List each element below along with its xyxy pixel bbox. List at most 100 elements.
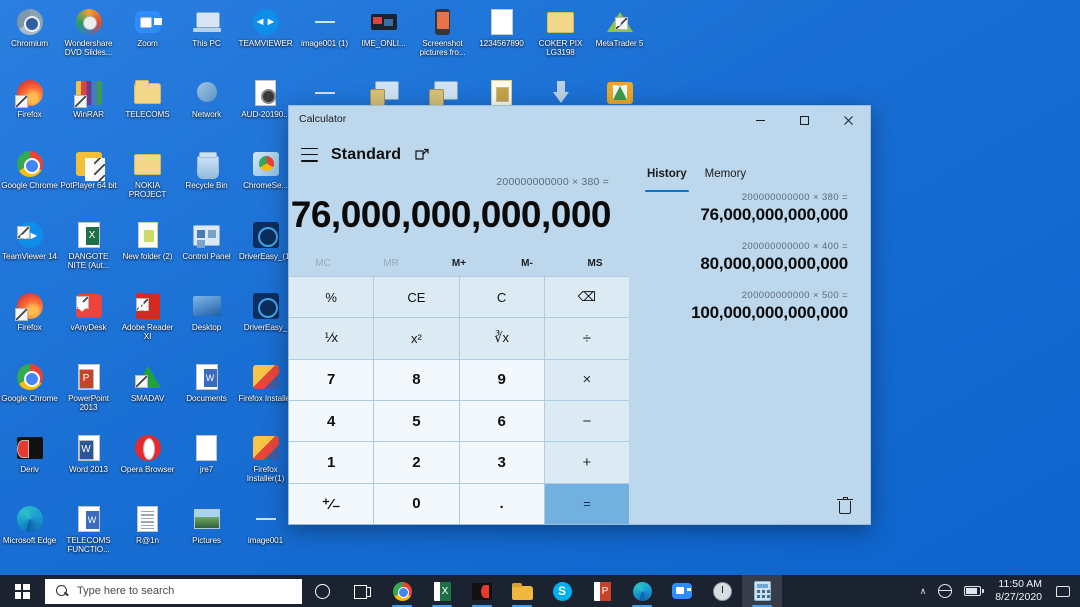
digit-0-key[interactable]: 0: [374, 483, 459, 524]
desktop-icon[interactable]: Pictures: [177, 499, 236, 570]
add-key[interactable]: +: [544, 442, 629, 483]
digit-4-key[interactable]: 4: [289, 400, 374, 442]
desktop-icon[interactable]: TeamViewer 14: [0, 215, 59, 286]
history-list[interactable]: 200000000000 × 380 = 76,000,000,000,000 20…: [629, 192, 870, 488]
multiply-key[interactable]: ×: [544, 359, 629, 400]
digit-9-key[interactable]: 9: [459, 359, 544, 400]
desktop-icon[interactable]: Deriv: [0, 428, 59, 499]
desktop-icon[interactable]: IME_ONLI...: [354, 2, 413, 73]
desktop-icon[interactable]: Documents: [177, 357, 236, 428]
desktop-icon[interactable]: New folder (2): [118, 215, 177, 286]
keep-on-top-icon[interactable]: [414, 147, 430, 163]
desktop-icon[interactable]: Desktop: [177, 286, 236, 357]
taskbar-zoom-button[interactable]: [662, 575, 702, 607]
sign-toggle-key[interactable]: ⁺⁄₋: [289, 483, 374, 524]
history-item[interactable]: 200000000000 × 500 = 100,000,000,000,000: [641, 290, 848, 323]
system-tray[interactable]: ∧ 11:50 AM 8/27/2020: [914, 575, 1080, 607]
backspace-key[interactable]: ⌫: [544, 277, 629, 318]
navigation-menu-icon[interactable]: [301, 147, 318, 162]
desktop-icon[interactable]: image001: [236, 499, 295, 570]
subtract-key[interactable]: −: [544, 400, 629, 442]
memory-button-m[interactable]: M-: [493, 258, 561, 269]
taskbar-deriv-button[interactable]: [462, 575, 502, 607]
decimal-point-key[interactable]: .: [459, 483, 544, 524]
digit-8-key[interactable]: 8: [374, 359, 459, 400]
minimize-button[interactable]: [738, 106, 782, 135]
desktop-icon[interactable]: Adobe Reader XI: [118, 286, 177, 357]
desktop-icon[interactable]: Chromium: [0, 2, 59, 73]
desktop-icon[interactable]: Control Panel: [177, 215, 236, 286]
digit-5-key[interactable]: 5: [374, 400, 459, 442]
calculator-window[interactable]: Calculator Standard 200000000000 × 380 =…: [288, 105, 871, 525]
taskbar-excel-button[interactable]: [422, 575, 462, 607]
taskbar-cortana-button[interactable]: [302, 575, 342, 607]
desktop-icon[interactable]: Recycle Bin: [177, 144, 236, 215]
network-status-button[interactable]: [932, 575, 958, 607]
digit-7-key[interactable]: 7: [289, 359, 374, 400]
battery-status-button[interactable]: [958, 575, 987, 607]
desktop-icon[interactable]: Firefox: [0, 73, 59, 144]
desktop-icon[interactable]: Word 2013: [59, 428, 118, 499]
taskbar-skype-button[interactable]: [542, 575, 582, 607]
notifications-button[interactable]: [1050, 575, 1076, 607]
desktop-icon[interactable]: Google Chrome: [0, 144, 59, 215]
history-item[interactable]: 200000000000 × 400 = 80,000,000,000,000: [641, 241, 848, 274]
divide-key[interactable]: ÷: [544, 318, 629, 359]
reciprocal-key[interactable]: ⅟x: [289, 318, 374, 359]
history-item[interactable]: 200000000000 × 380 = 76,000,000,000,000: [641, 192, 848, 225]
show-hidden-icons-button[interactable]: ∧: [914, 575, 933, 607]
taskbar-calculator-button[interactable]: [742, 575, 782, 607]
taskbar-file-explorer-button[interactable]: [502, 575, 542, 607]
desktop-icon[interactable]: Zoom: [118, 2, 177, 73]
desktop-icon[interactable]: WinRAR: [59, 73, 118, 144]
square-root-key[interactable]: ∛x: [459, 318, 544, 359]
tab-memory[interactable]: Memory: [699, 166, 753, 192]
desktop-icon[interactable]: TEAMVIEWER: [236, 2, 295, 73]
calculator-title-bar[interactable]: Calculator: [289, 106, 870, 136]
taskbar-clock-app-button[interactable]: [702, 575, 742, 607]
desktop-icon[interactable]: 1234567890: [472, 2, 531, 73]
desktop-icon[interactable]: COKER PIX LG3198: [531, 2, 590, 73]
desktop-icon[interactable]: SMADAV: [118, 357, 177, 428]
desktop-icon[interactable]: DriverEasy_(1): [236, 215, 295, 286]
memory-button-ms[interactable]: MS: [561, 258, 629, 269]
start-button[interactable]: [0, 575, 44, 607]
desktop-icon[interactable]: Google Chrome: [0, 357, 59, 428]
desktop-icon[interactable]: Firefox Installer(1): [236, 428, 295, 499]
clock-button[interactable]: 11:50 AM 8/27/2020: [987, 575, 1050, 607]
desktop-icon[interactable]: TELECOMS FUNCTIO...: [59, 499, 118, 570]
desktop-icon[interactable]: PotPlayer 64 bit: [59, 144, 118, 215]
clear-history-button[interactable]: [836, 497, 854, 515]
equals-key[interactable]: =: [544, 483, 629, 524]
desktop-icon[interactable]: image001 (1): [295, 2, 354, 73]
desktop-icon[interactable]: Opera Browser: [118, 428, 177, 499]
taskbar-task-view-button[interactable]: [342, 575, 382, 607]
desktop-icon[interactable]: Network: [177, 73, 236, 144]
digit-6-key[interactable]: 6: [459, 400, 544, 442]
desktop-icon[interactable]: NOKIA PROJECT: [118, 144, 177, 215]
desktop-icon[interactable]: Firefox Installer: [236, 357, 295, 428]
desktop-icon[interactable]: DriverEasy_: [236, 286, 295, 357]
square-key[interactable]: x²: [374, 318, 459, 359]
memory-button-m[interactable]: M+: [425, 258, 493, 269]
close-button[interactable]: [826, 106, 870, 135]
taskbar-search-box[interactable]: Type here to search: [45, 578, 302, 604]
taskbar[interactable]: Type here to search ∧ 11:50 AM 8/27/2020: [0, 575, 1080, 607]
desktop-icon[interactable]: PowerPoint 2013: [59, 357, 118, 428]
clear-entry-key[interactable]: CE: [374, 277, 459, 318]
digit-2-key[interactable]: 2: [374, 442, 459, 483]
desktop-icon[interactable]: jre7: [177, 428, 236, 499]
desktop-icon[interactable]: MetaTrader 5: [590, 2, 649, 73]
taskbar-powerpoint-button[interactable]: [582, 575, 622, 607]
digit-1-key[interactable]: 1: [289, 442, 374, 483]
desktop-icon[interactable]: vAnyDesk: [59, 286, 118, 357]
desktop-icon[interactable]: Microsoft Edge: [0, 499, 59, 570]
percent-key[interactable]: %: [289, 277, 374, 318]
desktop-icon[interactable]: Firefox: [0, 286, 59, 357]
desktop-icon[interactable]: R@1n: [118, 499, 177, 570]
desktop-icon[interactable]: TELECOMS: [118, 73, 177, 144]
clear-key[interactable]: C: [459, 277, 544, 318]
desktop-icon[interactable]: Wondershare DVD Slides...: [59, 2, 118, 73]
desktop-icon[interactable]: Screenshot pictures fro...: [413, 2, 472, 73]
maximize-button[interactable]: [782, 106, 826, 135]
